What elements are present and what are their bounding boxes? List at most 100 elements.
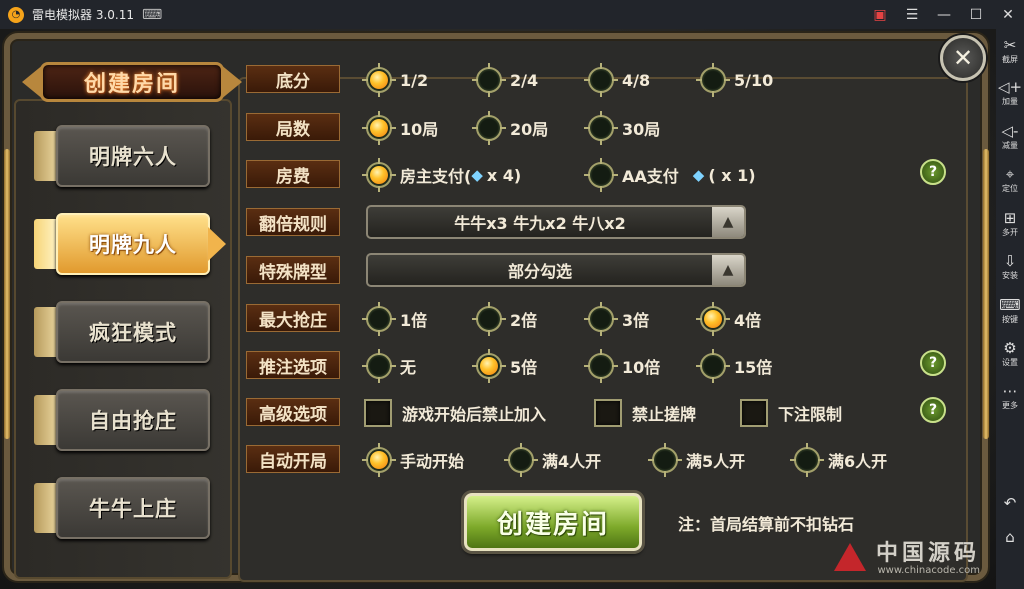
- multi-window-icon: ⊞: [1003, 209, 1017, 227]
- sidebar-item-more[interactable]: ⋯ 更多: [996, 383, 1024, 411]
- sidebar-item-volume-down[interactable]: ◁- 减量: [996, 123, 1024, 151]
- option-label: 30局: [622, 120, 661, 139]
- radio-difen-0[interactable]: 1/2: [362, 62, 428, 98]
- app-logo-icon: ◔: [8, 6, 24, 23]
- radio-auto-2[interactable]: 满5人开: [648, 442, 745, 478]
- radio-tz-1[interactable]: 5倍: [472, 348, 537, 384]
- header-banner: 创建房间: [22, 57, 242, 107]
- diamond-icon: ◆: [692, 166, 705, 184]
- gift-icon[interactable]: ▣: [864, 0, 896, 29]
- option-label: 手动开始: [400, 452, 465, 471]
- checkbox-no-join-after-start[interactable]: 游戏开始后禁止加入: [364, 397, 546, 429]
- checkbox-no-squeeze[interactable]: 禁止搓牌: [594, 397, 696, 429]
- create-room-button[interactable]: 创建房间: [464, 493, 642, 551]
- sidebar-item-install[interactable]: ⇩ 安装: [996, 253, 1024, 281]
- radio-jushu-2[interactable]: 30局: [584, 110, 660, 146]
- tab-fengkuang[interactable]: 疯狂模式: [34, 301, 210, 363]
- tab-niuniu-shangzhuang[interactable]: 牛牛上庄: [34, 477, 210, 539]
- tab-label: 牛牛上庄: [89, 497, 177, 521]
- chevron-up-icon[interactable]: ▲: [712, 207, 744, 237]
- sidebar-item-multi[interactable]: ⊞ 多开: [996, 210, 1024, 238]
- sidebar-item-location[interactable]: ⌖ 定位: [996, 166, 1024, 194]
- multiplier-rules-dropdown[interactable]: 牛牛x3 牛九x2 牛八x2 ▲: [366, 205, 746, 239]
- option-amount: x 4): [486, 165, 522, 185]
- home-icon[interactable]: ⌂: [996, 529, 1024, 545]
- radio-auto-0[interactable]: 手动开始: [362, 442, 464, 478]
- sidebar-item-label: 设置: [1002, 358, 1018, 367]
- radio-qz-2[interactable]: 3倍: [584, 301, 649, 337]
- row-max-banker-bid: 最大抢庄 1倍 2倍 3倍 4倍: [246, 301, 946, 337]
- radio-auto-1[interactable]: 满4人开: [504, 442, 601, 478]
- close-window-icon[interactable]: ✕: [992, 0, 1024, 29]
- help-icon[interactable]: ?: [920, 397, 946, 423]
- gear-icon: ⚙: [1003, 339, 1017, 357]
- radio-difen-2[interactable]: 4/8: [584, 62, 650, 98]
- row-label: 高级选项: [246, 398, 340, 426]
- sidebar-item-volume-up[interactable]: ◁+ 加量: [996, 79, 1024, 107]
- option-label: 3倍: [622, 311, 650, 330]
- minimize-icon[interactable]: —: [928, 0, 960, 29]
- radio-tz-2[interactable]: 10倍: [584, 348, 660, 384]
- row-label: 最大抢庄: [246, 304, 340, 332]
- radio-fee-aa[interactable]: AA支付 ◆( x 1): [584, 157, 756, 193]
- radio-difen-3[interactable]: 5/10: [696, 62, 773, 98]
- help-icon[interactable]: ?: [920, 159, 946, 185]
- radio-auto-3[interactable]: 满6人开: [790, 442, 887, 478]
- sidebar-item-keys[interactable]: ⌨ 按键: [996, 297, 1024, 325]
- volume-up-icon: ◁+: [997, 78, 1023, 96]
- radio-fee-owner[interactable]: 房主支付(◆ x 4): [362, 157, 521, 193]
- row-label: 局数: [246, 113, 340, 141]
- window-title: 雷电模拟器 3.0.11: [32, 8, 134, 22]
- sidebar-item-label: 减量: [1002, 141, 1018, 150]
- menu-icon[interactable]: ☰: [896, 0, 928, 29]
- radio-jushu-0[interactable]: 10局: [362, 110, 438, 146]
- more-icon: ⋯: [1002, 382, 1018, 400]
- back-icon[interactable]: ↶: [996, 495, 1024, 511]
- tab-label: 明牌九人: [89, 233, 177, 257]
- tab-ziyou-qiangzhuang[interactable]: 自由抢庄: [34, 389, 210, 451]
- keyboard-icon: ⌨: [999, 296, 1021, 314]
- radio-qz-1[interactable]: 2倍: [472, 301, 537, 337]
- watermark-url: www.chinacode.com: [877, 564, 981, 576]
- radio-jushu-1[interactable]: 20局: [472, 110, 548, 146]
- sidebar-item-settings[interactable]: ⚙ 设置: [996, 340, 1024, 368]
- help-icon[interactable]: ?: [920, 350, 946, 376]
- radio-difen-1[interactable]: 2/4: [472, 62, 538, 98]
- radio-tz-3[interactable]: 15倍: [696, 348, 772, 384]
- option-label: AA支付: [622, 167, 679, 186]
- option-label: 2倍: [510, 311, 538, 330]
- radio-tz-0[interactable]: 无: [362, 348, 416, 384]
- close-icon[interactable]: ✕: [940, 35, 986, 81]
- row-label: 特殊牌型: [246, 256, 340, 284]
- tab-label: 自由抢庄: [89, 409, 177, 433]
- sidebar-item-screenshot[interactable]: ✂ 截屏: [996, 37, 1024, 65]
- option-label: 20局: [510, 120, 549, 139]
- option-label: 2/4: [510, 70, 539, 90]
- gamepad-icon[interactable]: ⌨: [142, 7, 162, 23]
- checkbox-label: 禁止搓牌: [632, 405, 697, 424]
- watermark-logo-icon: [830, 541, 870, 575]
- title-bar: ◔ 雷电模拟器 3.0.11 ⌨ ▣ ☰ — ☐ ✕: [0, 0, 1024, 29]
- location-pin-icon: ⌖: [1005, 165, 1015, 183]
- sidebar-item-label: 加量: [1002, 97, 1018, 106]
- special-hands-dropdown[interactable]: 部分勾选 ▲: [366, 253, 746, 287]
- tab-label: 疯狂模式: [89, 321, 177, 345]
- row-label: 翻倍规则: [246, 208, 340, 236]
- option-label: 1/2: [400, 70, 429, 90]
- tab-mingpai-6[interactable]: 明牌六人: [34, 125, 210, 187]
- maximize-icon[interactable]: ☐: [960, 0, 992, 29]
- radio-qz-3[interactable]: 4倍: [696, 301, 761, 337]
- volume-down-icon: ◁-: [1001, 122, 1019, 140]
- dropdown-value: 部分勾选: [507, 262, 572, 281]
- sidebar-item-label: 更多: [1002, 401, 1018, 410]
- checkbox-bet-limit[interactable]: 下注限制: [740, 397, 842, 429]
- radio-qz-0[interactable]: 1倍: [362, 301, 427, 337]
- option-label: 满6人开: [828, 452, 888, 471]
- chevron-up-icon[interactable]: ▲: [712, 255, 744, 285]
- apk-install-icon: ⇩: [1003, 252, 1017, 270]
- diamond-icon: ◆: [471, 166, 483, 184]
- tab-mingpai-9[interactable]: 明牌九人: [34, 213, 226, 275]
- option-label: 4/8: [622, 70, 651, 90]
- row-advanced-options: 高级选项 游戏开始后禁止加入 禁止搓牌 下注限制 ?: [246, 397, 946, 429]
- row-label: 房费: [246, 160, 340, 188]
